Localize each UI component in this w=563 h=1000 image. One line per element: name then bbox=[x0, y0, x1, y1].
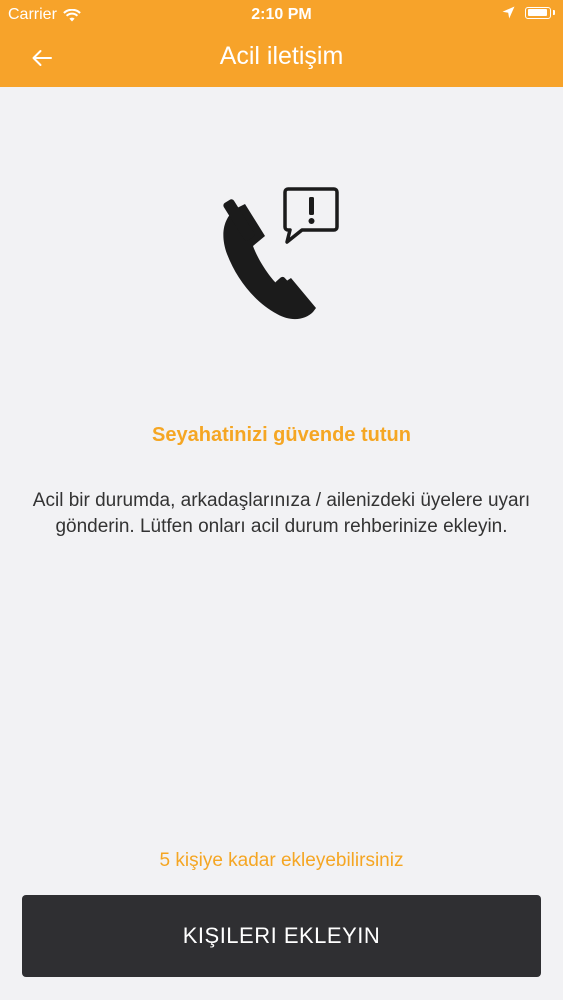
nav-bar: Acil iletişim bbox=[0, 30, 563, 87]
battery-tip bbox=[553, 10, 555, 15]
page-title: Acil iletişim bbox=[219, 42, 344, 70]
phone-alert-icon bbox=[223, 187, 339, 320]
add-contacts-button[interactable]: KIŞILERI EKLEYIN bbox=[22, 895, 541, 977]
status-time: 2:10 PM bbox=[251, 6, 312, 23]
battery-icon bbox=[525, 6, 551, 19]
description-text: Acil bir durumda, arkadaşlarınıza / aile… bbox=[32, 490, 531, 537]
status-bar: Carrier 2:10 PM bbox=[0, 0, 563, 30]
location-arrow-icon bbox=[502, 6, 515, 19]
header: Carrier 2:10 PM Acil iletişim bbox=[0, 0, 563, 87]
limit-note: 5 kişiye kadar ekleyebilirsiniz bbox=[159, 850, 404, 871]
heading: Seyahatinizi güvende tutun bbox=[152, 424, 411, 446]
status-right-group bbox=[502, 6, 555, 19]
